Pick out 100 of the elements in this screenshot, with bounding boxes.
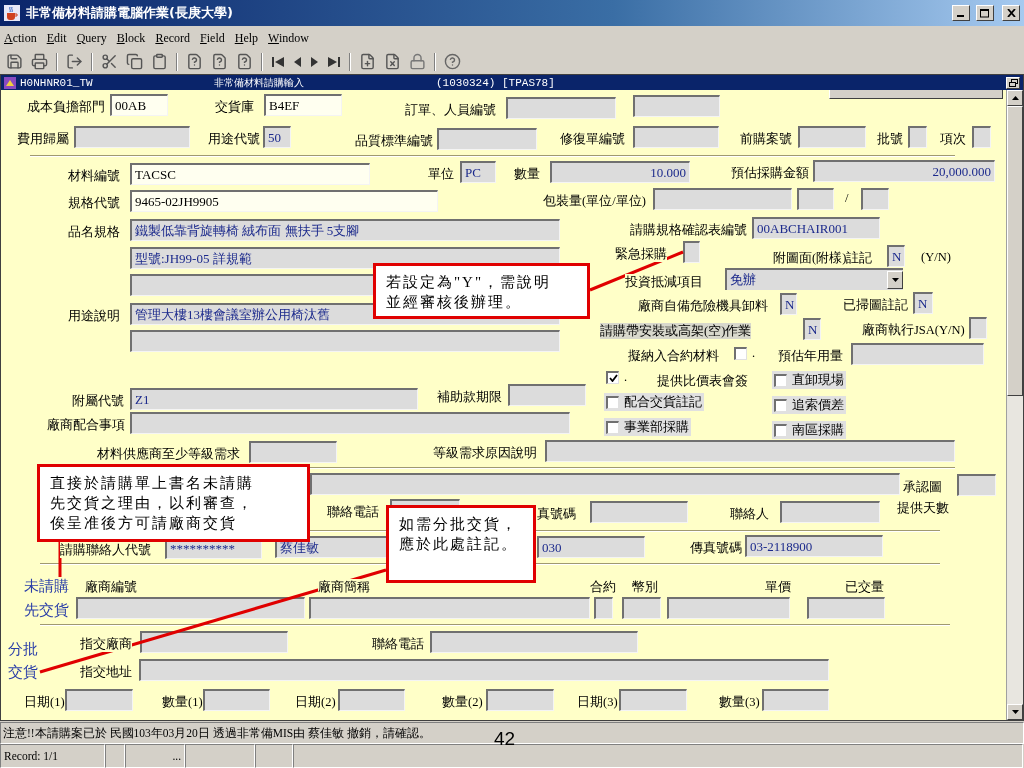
- text-field[interactable]: [338, 689, 405, 711]
- checkbox[interactable]: [606, 420, 619, 434]
- scroll-thumb[interactable]: [1007, 106, 1023, 396]
- text-field[interactable]: 030: [537, 536, 645, 558]
- text-field[interactable]: [762, 689, 829, 711]
- scissors-icon[interactable]: [101, 53, 118, 70]
- text-field[interactable]: 鐵製低靠背旋轉椅 絨布面 無扶手 5支腳: [130, 219, 560, 241]
- text-field[interactable]: 10.000: [550, 161, 690, 183]
- previous-icon[interactable]: [293, 55, 302, 68]
- text-field[interactable]: [653, 188, 792, 210]
- menu-item[interactable]: Edit: [46, 30, 67, 46]
- text-field[interactable]: [65, 689, 133, 711]
- text-field[interactable]: [249, 441, 337, 463]
- checkbox[interactable]: [606, 370, 619, 384]
- text-field[interactable]: 00ABCHAIR001: [752, 217, 880, 239]
- text-field[interactable]: [633, 95, 720, 117]
- text-field[interactable]: [486, 689, 554, 711]
- text-field[interactable]: [594, 597, 613, 619]
- scroll-down-button[interactable]: [1007, 704, 1023, 720]
- menu-item[interactable]: Record: [155, 30, 191, 46]
- text-field[interactable]: [861, 188, 889, 210]
- text-field[interactable]: 03-2118900: [745, 535, 883, 557]
- menu-item[interactable]: Query: [76, 30, 107, 46]
- save-icon[interactable]: [6, 53, 23, 70]
- text-field[interactable]: [683, 241, 700, 263]
- insert-record-icon[interactable]: [359, 53, 376, 70]
- text-field[interactable]: [76, 597, 305, 619]
- scroll-up-button[interactable]: [1007, 90, 1023, 106]
- text-field[interactable]: [309, 597, 590, 619]
- clipboard-icon[interactable]: [151, 53, 168, 70]
- delete-record-icon[interactable]: [384, 53, 401, 70]
- query-icon[interactable]: [186, 53, 203, 70]
- next-icon[interactable]: [310, 55, 319, 68]
- text-field[interactable]: [798, 126, 866, 148]
- checkbox[interactable]: [774, 373, 787, 387]
- text-field[interactable]: Z1: [130, 388, 418, 410]
- text-field[interactable]: 00AB: [110, 94, 168, 116]
- text-field[interactable]: N: [803, 318, 821, 340]
- menu-item[interactable]: Field: [200, 30, 225, 46]
- first-record-icon[interactable]: [271, 55, 285, 68]
- text-field[interactable]: [203, 689, 270, 711]
- text-field[interactable]: [139, 659, 829, 681]
- checkbox[interactable]: [774, 423, 787, 437]
- minimize-button[interactable]: [952, 5, 970, 21]
- text-field[interactable]: [590, 501, 688, 523]
- close-button[interactable]: [1002, 5, 1020, 21]
- text-field[interactable]: [622, 597, 661, 619]
- checkbox[interactable]: [774, 398, 787, 412]
- text-field[interactable]: [74, 126, 190, 148]
- query-icon[interactable]: [211, 53, 228, 70]
- text-field[interactable]: [667, 597, 790, 619]
- section-label: 交貨: [8, 663, 38, 682]
- menu-item[interactable]: Action: [4, 30, 37, 46]
- text-field[interactable]: [780, 501, 880, 523]
- copy-icon[interactable]: [126, 53, 143, 70]
- text-field[interactable]: PC: [460, 161, 496, 183]
- menu-item[interactable]: Help: [234, 30, 259, 46]
- dropdown[interactable]: 免辦: [725, 268, 903, 290]
- text-field[interactable]: [972, 126, 991, 148]
- text-field[interactable]: [969, 317, 987, 339]
- text-field[interactable]: 50: [263, 126, 291, 148]
- text-field[interactable]: 20,000.000: [813, 160, 995, 182]
- section-label: 先交貨: [24, 601, 69, 620]
- checkbox[interactable]: [606, 395, 619, 409]
- text-field[interactable]: [851, 343, 984, 365]
- checkbox[interactable]: [734, 346, 747, 360]
- restore-button[interactable]: [1006, 76, 1020, 89]
- text-field[interactable]: B4EF: [264, 94, 342, 116]
- text-field[interactable]: [437, 128, 537, 150]
- text-field[interactable]: [797, 188, 834, 210]
- text-field[interactable]: [908, 126, 927, 148]
- menu-item[interactable]: Block: [116, 30, 146, 46]
- text-field[interactable]: [545, 440, 955, 462]
- text-field[interactable]: N: [913, 292, 933, 314]
- scrollbar[interactable]: [1006, 90, 1023, 720]
- menu-item[interactable]: Window: [268, 30, 309, 46]
- last-record-icon[interactable]: [327, 55, 341, 68]
- text-field[interactable]: [130, 412, 570, 434]
- text-field[interactable]: [506, 97, 616, 119]
- query-icon[interactable]: [236, 53, 253, 70]
- field-label: 包裝量(單位/單位): [543, 193, 646, 209]
- partial-button[interactable]: [829, 90, 1003, 99]
- text-field[interactable]: [807, 597, 885, 619]
- text-field[interactable]: N: [887, 245, 905, 267]
- text-field[interactable]: [508, 384, 586, 406]
- lock-icon[interactable]: [409, 53, 426, 70]
- exit-icon[interactable]: [66, 53, 83, 70]
- text-field[interactable]: [619, 689, 687, 711]
- text-field[interactable]: [140, 631, 288, 653]
- help-icon[interactable]: [444, 53, 461, 70]
- text-field[interactable]: N: [780, 293, 797, 315]
- text-field[interactable]: TACSC: [130, 163, 370, 185]
- text-field[interactable]: [130, 330, 560, 352]
- text-field[interactable]: [957, 474, 996, 496]
- text-field[interactable]: [633, 126, 719, 148]
- printer-icon[interactable]: [31, 53, 48, 70]
- text-field[interactable]: [310, 473, 900, 495]
- text-field[interactable]: [430, 631, 638, 653]
- maximize-button[interactable]: [976, 5, 994, 21]
- text-field[interactable]: 9465-02JH9905: [130, 190, 438, 212]
